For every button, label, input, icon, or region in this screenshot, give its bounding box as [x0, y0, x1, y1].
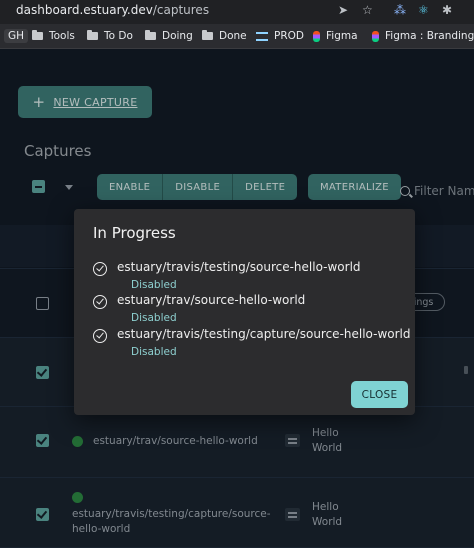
folder-icon: [145, 30, 156, 40]
extensions-icon[interactable]: ✱: [442, 3, 452, 17]
check-circle-icon: [93, 262, 107, 276]
dialog-title: In Progress: [93, 224, 176, 242]
bookmark-label: Tools: [49, 30, 75, 42]
browser-address-bar[interactable]: dashboard.estuary.dev/captures ➤ ☆ ⁂ ⚛ ✱: [0, 0, 474, 24]
folder-icon: [202, 30, 213, 40]
bookmark-label: Figma : Branding: [385, 30, 474, 42]
url-domain: dashboard.estuary.dev: [16, 3, 153, 17]
url-path: /captures: [152, 3, 210, 17]
bookmark-prod[interactable]: PROD: [256, 28, 304, 44]
bookmark-label: PROD: [274, 30, 304, 42]
progress-item-name: estuary/travis/testing/capture/source-he…: [117, 327, 411, 341]
bookmark-gh[interactable]: GH: [4, 28, 29, 44]
bookmark-label: Figma: [326, 30, 358, 42]
progress-item-name: estuary/travis/testing/source-hello-worl…: [117, 260, 361, 274]
progress-item-status: Disabled: [131, 312, 177, 324]
folder-icon: [32, 30, 43, 40]
url-text[interactable]: dashboard.estuary.dev/captures: [16, 3, 209, 17]
bookmark-done[interactable]: Done: [202, 28, 247, 44]
progress-item-name: estuary/trav/source-hello-world: [117, 293, 306, 307]
star-icon[interactable]: ☆: [362, 3, 373, 17]
bookmark-to-do[interactable]: To Do: [87, 28, 133, 44]
check-circle-icon: [93, 329, 107, 343]
in-progress-dialog: In Progress estuary/travis/testing/sourc…: [74, 209, 415, 415]
bookmark-figma[interactable]: Figma: [313, 28, 358, 44]
close-button[interactable]: CLOSE: [351, 381, 408, 408]
folder-icon: [87, 30, 98, 40]
progress-item-status: Disabled: [131, 279, 177, 291]
send-icon[interactable]: ➤: [338, 3, 348, 17]
bookmark-label: To Do: [104, 30, 133, 42]
figma-icon: [313, 30, 320, 42]
react-devtools-icon[interactable]: ⚛: [418, 3, 429, 17]
bookmark-label: Done: [219, 30, 247, 42]
bookmark-tools[interactable]: Tools: [32, 28, 75, 44]
bookmarks-bar: GH Tools To Do Doing Done PROD Figma Fig…: [0, 24, 474, 49]
progress-item-status: Disabled: [131, 346, 177, 358]
prod-icon: [256, 31, 268, 41]
figma-icon: [372, 30, 379, 42]
bookmark-label: Doing: [162, 30, 193, 42]
extension-tree-icon[interactable]: ⁂: [394, 3, 406, 17]
bookmark-figma-branding[interactable]: Figma : Branding: [372, 28, 474, 44]
bookmark-label: GH: [4, 29, 29, 43]
bookmark-doing[interactable]: Doing: [145, 28, 193, 44]
check-circle-icon: [93, 295, 107, 309]
